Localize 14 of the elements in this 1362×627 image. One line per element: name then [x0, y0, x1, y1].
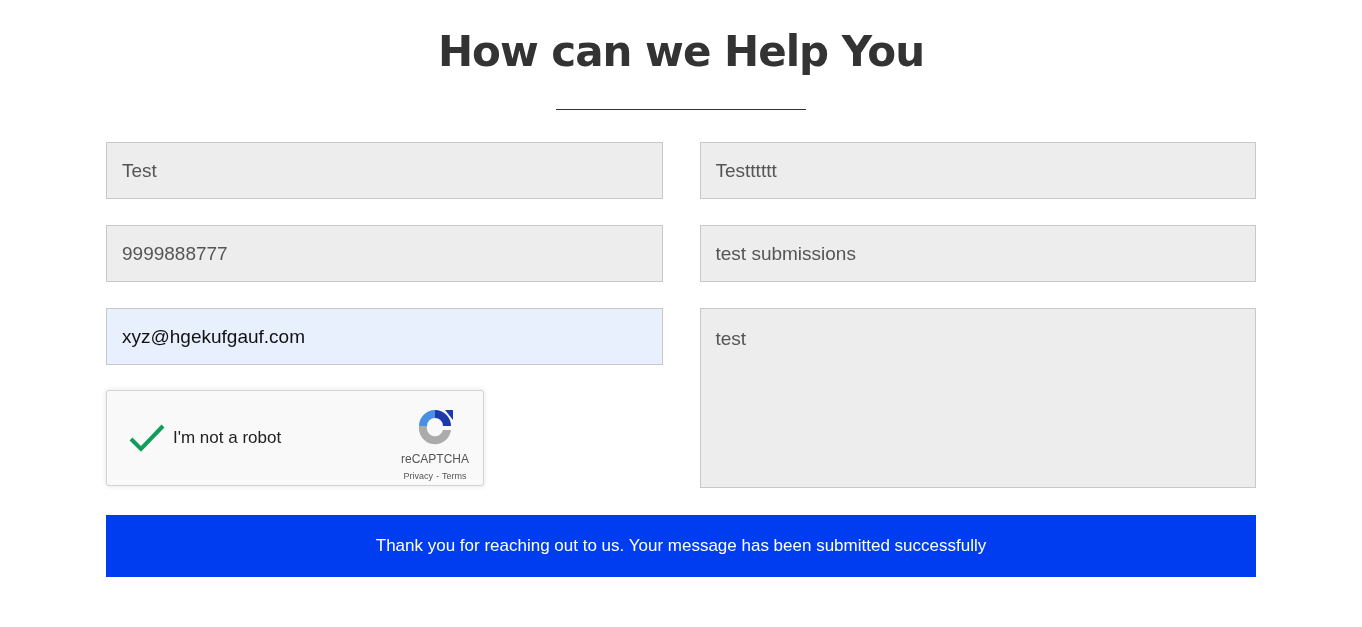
link-separator: -	[436, 470, 439, 484]
input-field[interactable]: 9999888777	[106, 225, 663, 282]
input-field[interactable]: Testttttt	[699, 142, 1256, 199]
input-field[interactable]: test submissions	[699, 225, 1256, 282]
input-field[interactable]: xyz@hgekufgauf.com	[106, 308, 663, 365]
terms-link[interactable]: Terms	[442, 470, 467, 484]
check-icon	[128, 423, 166, 453]
captcha-brand: reCAPTCHA	[401, 451, 469, 469]
success-banner: Thank you for reaching out to us. Your message has been submitted successfully	[106, 515, 1256, 577]
page-heading: How can we Help You	[437, 26, 925, 78]
captcha-label: I'm not a robot	[173, 427, 283, 450]
input-field[interactable]: Test	[106, 142, 663, 199]
privacy-link[interactable]: Privacy	[403, 470, 433, 484]
message-field[interactable]: test	[699, 308, 1256, 488]
